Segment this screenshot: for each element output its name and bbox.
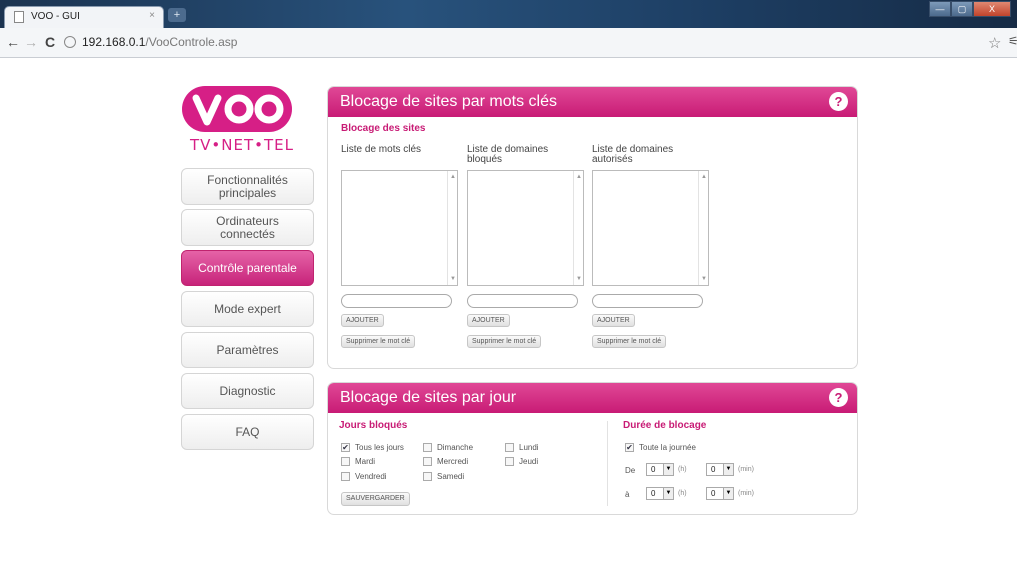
to-hour-select[interactable]: 0 ▼ — [646, 487, 674, 500]
tab-close-icon[interactable]: × — [149, 10, 155, 21]
blocked-days-heading: Jours bloqués — [339, 420, 408, 431]
remove-keyword-button[interactable]: Supprimer le mot clé — [341, 335, 416, 348]
scrollbar[interactable]: ▲ ▼ — [447, 171, 457, 285]
panel-title: Blocage de sites par mots clés — [340, 93, 557, 110]
dropdown-arrow-icon[interactable]: ▼ — [723, 488, 733, 499]
menu-mode-expert[interactable]: Mode expert — [181, 291, 314, 327]
url-host: 192.168.0.1 — [82, 35, 146, 49]
dropdown-arrow-icon[interactable]: ▼ — [663, 488, 673, 499]
scroll-down-icon[interactable]: ▼ — [701, 276, 707, 282]
from-hour-select[interactable]: 0 ▼ — [646, 463, 674, 476]
hour-unit: (h) — [678, 490, 687, 497]
checkbox-icon[interactable] — [423, 457, 432, 466]
reload-icon[interactable]: C — [45, 34, 55, 50]
minimize-button[interactable]: — — [929, 1, 951, 17]
panel-title: Blocage de sites par jour — [340, 389, 517, 406]
to-minute-select[interactable]: 0 ▼ — [706, 487, 734, 500]
checkbox-icon[interactable] — [505, 443, 514, 452]
minute-unit: (min) — [738, 490, 754, 497]
keyword-blocking-panel: Blocage de sites par mots clés ? Blocage… — [327, 86, 858, 369]
browser-toolbar: ← → C 192.168.0.1/VooControle.asp ☆ ⚟ — [0, 28, 1017, 58]
minute-unit: (min) — [738, 466, 754, 473]
browser-titlebar: VOO - GUI × + — ▢ X — [0, 0, 1017, 28]
logo-tagline: TV•NET•TEL — [190, 136, 294, 154]
allowed-domains-listbox[interactable]: ▲ ▼ — [592, 170, 709, 286]
checkbox-icon[interactable] — [505, 457, 514, 466]
help-icon[interactable]: ? — [829, 92, 848, 111]
browser-menu-icon[interactable]: ⚟ — [1008, 34, 1017, 48]
back-arrow-icon[interactable]: ← — [6, 34, 20, 50]
checkbox-icon[interactable] — [423, 443, 432, 452]
menu-faq[interactable]: FAQ — [181, 414, 314, 450]
menu-fonctionnalites[interactable]: Fonctionnalités principales — [181, 168, 314, 205]
bookmark-star-icon[interactable]: ☆ — [988, 34, 1001, 52]
menu-parametres[interactable]: Paramètres — [181, 332, 314, 368]
panel-header: Blocage de sites par mots clés ? — [328, 87, 857, 117]
scrollbar[interactable]: ▲ ▼ — [573, 171, 583, 285]
checkbox-icon[interactable] — [341, 472, 350, 481]
panel-header: Blocage de sites par jour ? — [328, 383, 857, 413]
menu-diagnostic[interactable]: Diagnostic — [181, 373, 314, 409]
menu-controle-parentale[interactable]: Contrôle parentale — [181, 250, 314, 286]
keyword-input[interactable] — [341, 294, 452, 308]
scroll-up-icon[interactable]: ▲ — [576, 174, 582, 180]
duration-heading: Durée de blocage — [623, 420, 707, 431]
divider — [607, 421, 608, 506]
maximize-button[interactable]: ▢ — [951, 1, 973, 17]
to-label: à — [625, 490, 630, 499]
from-label: De — [625, 466, 636, 475]
section-title: Blocage des sites — [341, 123, 426, 134]
close-window-button[interactable]: X — [973, 1, 1011, 17]
day-blocking-panel: Blocage de sites par jour ? Jours bloqué… — [327, 382, 858, 515]
from-minute-select[interactable]: 0 ▼ — [706, 463, 734, 476]
page-icon — [14, 11, 24, 23]
dropdown-arrow-icon[interactable]: ▼ — [723, 464, 733, 475]
add-allowed-domain-button[interactable]: AJOUTER — [592, 314, 635, 327]
scroll-down-icon[interactable]: ▼ — [450, 276, 456, 282]
scroll-up-icon[interactable]: ▲ — [701, 174, 707, 180]
scrollbar[interactable]: ▲ ▼ — [698, 171, 708, 285]
globe-icon — [64, 36, 76, 48]
remove-blocked-domain-button[interactable]: Supprimer le mot clé — [467, 335, 542, 348]
url-path: /VooControle.asp — [145, 35, 238, 49]
help-icon[interactable]: ? — [829, 388, 848, 407]
window-controls: — ▢ X — [929, 1, 1011, 17]
checkbox-icon[interactable]: ✔ — [625, 443, 634, 452]
remove-allowed-domain-button[interactable]: Supprimer le mot clé — [592, 335, 667, 348]
address-bar[interactable]: 192.168.0.1/VooControle.asp — [62, 32, 982, 53]
checkbox-icon[interactable] — [423, 472, 432, 481]
tab-title: VOO - GUI — [31, 11, 80, 22]
new-tab-button[interactable]: + — [168, 8, 186, 22]
add-blocked-domain-button[interactable]: AJOUTER — [467, 314, 510, 327]
keyword-listbox[interactable]: ▲ ▼ — [341, 170, 458, 286]
dropdown-arrow-icon[interactable]: ▼ — [663, 464, 673, 475]
scroll-down-icon[interactable]: ▼ — [576, 276, 582, 282]
blocked-domains-label: Liste de domaines bloqués — [467, 144, 549, 165]
keyword-list-label: Liste de mots clés — [341, 144, 422, 155]
checkbox-icon[interactable] — [341, 457, 350, 466]
hour-unit: (h) — [678, 466, 687, 473]
browser-tab[interactable]: VOO - GUI × — [4, 6, 164, 28]
add-keyword-button[interactable]: AJOUTER — [341, 314, 384, 327]
allowed-domain-input[interactable] — [592, 294, 703, 308]
save-button[interactable]: SAUVERGARDER — [341, 492, 410, 506]
menu-ordinateurs[interactable]: Ordinateurs connectés — [181, 209, 314, 246]
blocked-domain-input[interactable] — [467, 294, 578, 308]
checkbox-icon[interactable]: ✔ — [341, 443, 350, 452]
blocked-domains-listbox[interactable]: ▲ ▼ — [467, 170, 584, 286]
allowed-domains-label: Liste de domaines autorisés — [592, 144, 674, 165]
scroll-up-icon[interactable]: ▲ — [450, 174, 456, 180]
forward-arrow-icon[interactable]: → — [24, 34, 38, 50]
